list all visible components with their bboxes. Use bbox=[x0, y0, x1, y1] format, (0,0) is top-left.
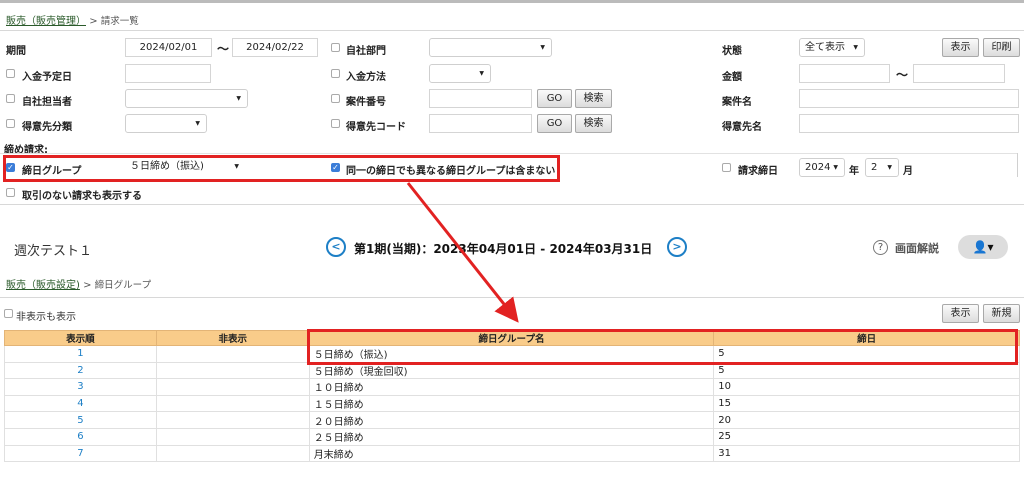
annotation-arrow bbox=[406, 182, 519, 323]
